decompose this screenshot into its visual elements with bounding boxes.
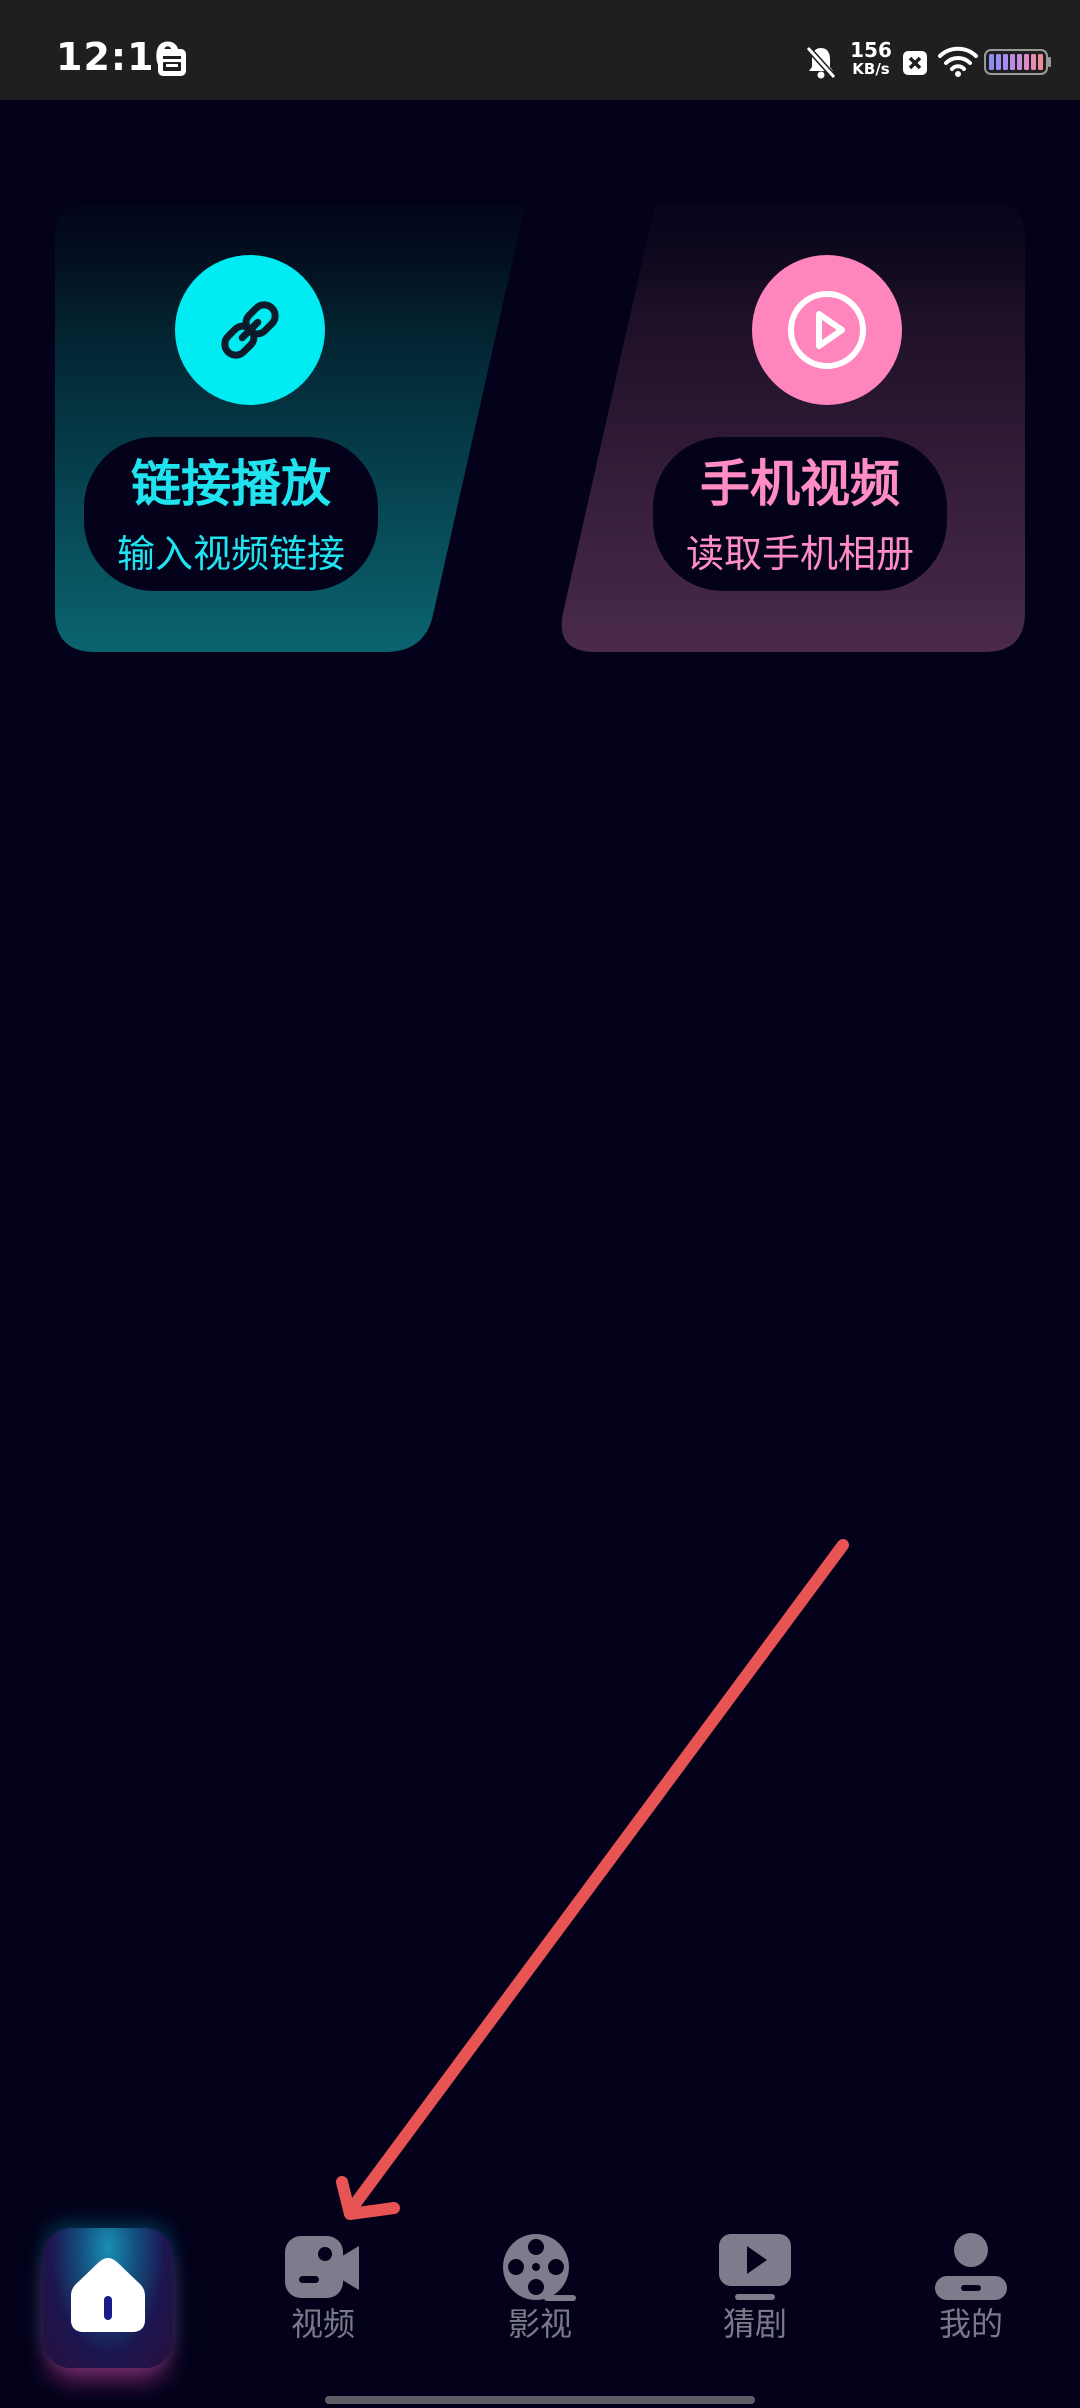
nav-guess-label: 猜剧 [722,2305,787,2343]
home-indicator [325,2396,755,2404]
nav-video-label: 视频 [290,2305,355,2343]
link-play-subtitle: 输入视频链接 [116,532,345,576]
battery-icon [984,49,1051,75]
status-bar: 12:10 156 KB/s [0,0,1080,100]
link-play-label-pill: 链接播放 输入视频链接 [84,437,378,591]
calendar-notification-icon [158,49,186,76]
video-camera-icon [285,2236,359,2298]
phone-video-card[interactable]: 手机视频 读取手机相册 [555,205,1025,652]
film-reel-icon [503,2234,576,2301]
phone-video-label-pill: 手机视频 读取手机相册 [653,437,947,591]
bell-muted-icon [805,45,837,80]
play-circle-icon [788,291,866,369]
network-speed-value: 156 [850,38,892,62]
link-play-title: 链接播放 [131,455,331,513]
nav-mine-label: 我的 [938,2305,1003,2343]
wifi-icon [938,46,978,77]
network-speed-unit: KB/s [852,60,890,78]
nav-mine[interactable]: 我的 [906,2232,1036,2340]
nav-guess[interactable]: 猜剧 [690,2232,820,2340]
nav-video[interactable]: 视频 [258,2232,388,2340]
sim-x-icon [903,51,927,75]
user-icon [935,2233,1007,2300]
phone-video-subtitle: 读取手机相册 [685,532,914,576]
app-screen: 12:10 156 KB/s 链接播放 输入视频链接 手机视频 读取手机相册 视… [0,0,1080,2408]
nav-movies-label: 影视 [507,2305,572,2343]
network-speed: 156 KB/s [846,40,896,77]
play-screen-icon [719,2234,791,2300]
nav-movies[interactable]: 影视 [475,2232,605,2340]
nav-home[interactable] [43,2228,173,2368]
link-play-card[interactable]: 链接播放 输入视频链接 [55,205,525,652]
link-icon-circle [175,255,325,405]
link-icon [221,301,279,359]
phone-video-title: 手机视频 [700,455,900,513]
bottom-nav: 视频 影视 猜剧 我的 [0,2210,1080,2408]
home-icon [71,2258,145,2332]
play-circle-icon-circle [752,255,902,405]
